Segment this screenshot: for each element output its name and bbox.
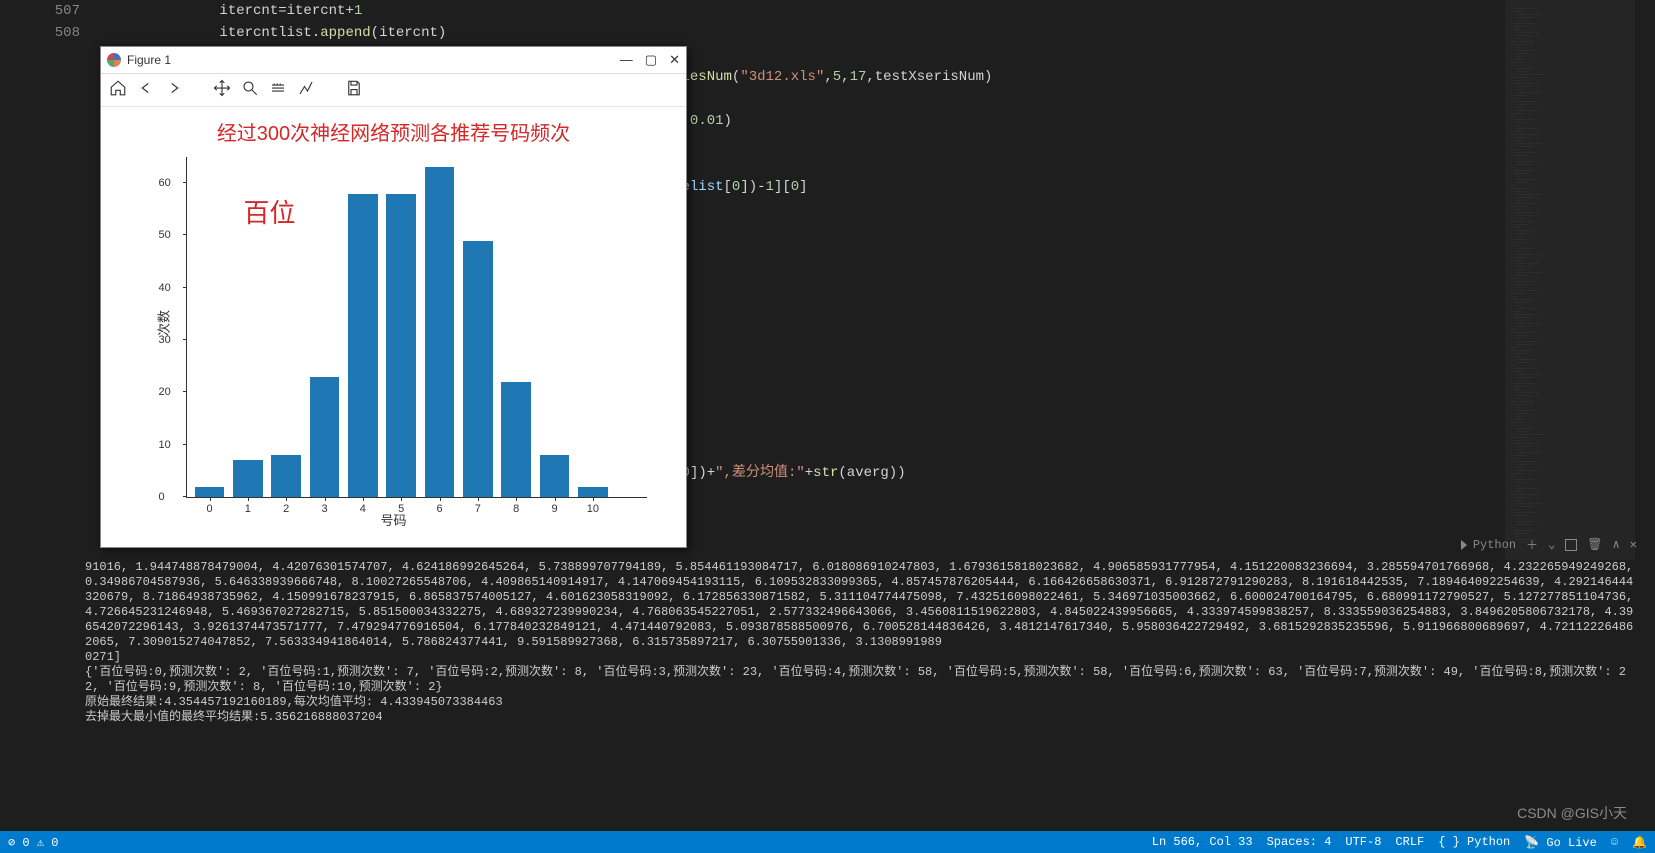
x-tick: 8 (513, 503, 519, 515)
x-tick: 3 (321, 503, 327, 515)
terminal-dropdown-icon[interactable]: ⌄ (1548, 537, 1555, 552)
y-tick: 20 (159, 386, 171, 398)
chart: 经过300次神经网络预测各推荐号码频次 次数 号码 百位 01234567891… (114, 113, 674, 533)
y-axis-label: 次数 (153, 310, 172, 336)
y-tick: 0 (159, 491, 165, 503)
bar-5 (386, 194, 416, 497)
close-button[interactable]: ✕ (669, 52, 680, 68)
chart-title: 经过300次神经网络预测各推荐号码频次 (114, 113, 674, 146)
back-icon[interactable] (137, 79, 155, 102)
bar-4 (348, 194, 378, 497)
eol[interactable]: CRLF (1395, 835, 1424, 850)
terminal-lang-indicator[interactable]: Python (1461, 538, 1516, 552)
y-tick: 60 (159, 177, 171, 189)
bell-icon[interactable]: 🔔 (1632, 835, 1647, 850)
minimize-button[interactable]: — (620, 52, 633, 68)
x-tick: 6 (436, 503, 442, 515)
x-tick: 9 (551, 503, 557, 515)
figure-toolbar (101, 74, 686, 107)
forward-icon[interactable] (165, 79, 183, 102)
terminal-output[interactable]: 91016, 1.944748878479004, 4.420763015747… (85, 560, 1635, 827)
chevron-up-icon[interactable]: ∧ (1613, 537, 1620, 552)
y-tick: 30 (159, 334, 171, 346)
y-tick: 50 (159, 229, 171, 241)
bar-2 (271, 455, 301, 497)
bar-6 (425, 167, 455, 497)
encoding[interactable]: UTF-8 (1345, 835, 1381, 850)
y-tick: 40 (159, 282, 171, 294)
x-tick: 2 (283, 503, 289, 515)
bar-7 (463, 241, 493, 497)
figure-title: Figure 1 (127, 53, 171, 67)
x-tick: 0 (206, 503, 212, 515)
bar-8 (501, 382, 531, 497)
bar-9 (540, 455, 570, 497)
feedback-icon[interactable]: ☺ (1611, 835, 1618, 850)
zoom-icon[interactable] (241, 79, 259, 102)
minimap[interactable]: ——— ———————————————— ————————— —————————… (1505, 0, 1635, 560)
watermark: CSDN @GIS小天 (1517, 803, 1627, 823)
trash-icon[interactable]: 🗑 (1587, 537, 1602, 552)
indent-setting[interactable]: Spaces: 4 (1267, 835, 1332, 850)
save-icon[interactable] (345, 79, 363, 102)
pan-icon[interactable] (213, 79, 231, 102)
x-tick: 10 (587, 503, 599, 515)
x-tick: 5 (398, 503, 404, 515)
axis-icon[interactable] (297, 79, 315, 102)
split-terminal-icon[interactable] (1565, 539, 1577, 551)
status-bar: ⊘ 0 ⚠ 0 Ln 566, Col 33 Spaces: 4 UTF-8 C… (0, 831, 1655, 853)
bar-10 (578, 487, 608, 497)
language-mode[interactable]: { } Python (1438, 835, 1510, 850)
subplots-icon[interactable] (269, 79, 287, 102)
bar-0 (195, 487, 225, 497)
bar-3 (310, 377, 340, 497)
close-icon[interactable]: ✕ (1630, 537, 1637, 552)
y-tick: 10 (159, 439, 171, 451)
new-terminal-icon[interactable]: ＋ (1526, 536, 1538, 553)
terminal-toolbar: Python ＋ ⌄ 🗑 ∧ ✕ (1461, 536, 1637, 553)
bar-1 (233, 460, 263, 497)
figure-window[interactable]: Figure 1 — ▢ ✕ 经过300次神经网络预测各推荐号码频次 次数 号码… (100, 46, 687, 548)
chart-axes: 0123456789100102030405060 (186, 157, 647, 498)
figure-icon (107, 53, 121, 67)
x-tick: 4 (360, 503, 366, 515)
x-tick: 1 (245, 503, 251, 515)
figure-titlebar[interactable]: Figure 1 — ▢ ✕ (101, 47, 686, 74)
maximize-button[interactable]: ▢ (645, 52, 657, 68)
home-icon[interactable] (109, 79, 127, 102)
go-live[interactable]: 📡 Go Live (1524, 835, 1597, 850)
cursor-position[interactable]: Ln 566, Col 33 (1152, 835, 1253, 850)
problems-indicator[interactable]: ⊘ 0 ⚠ 0 (8, 835, 58, 850)
x-tick: 7 (475, 503, 481, 515)
